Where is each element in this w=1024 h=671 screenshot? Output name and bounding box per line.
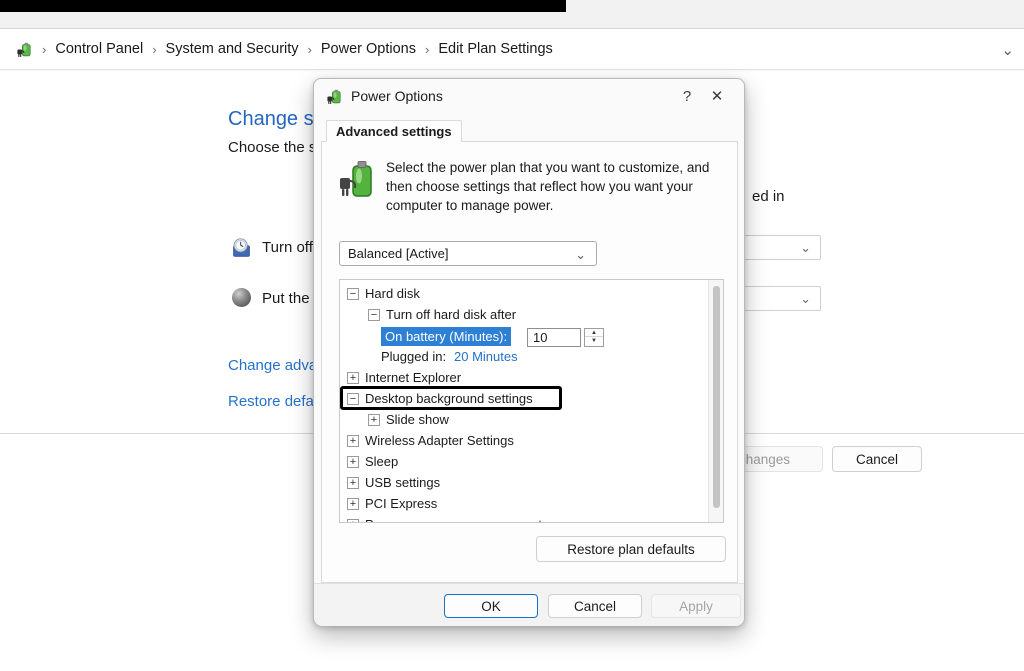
tree-item[interactable]: + Sleep — [340, 452, 708, 473]
scrollbar-thumb[interactable] — [713, 286, 720, 508]
display-timeout-dropdown[interactable]: ⌄ — [739, 235, 821, 260]
tree-item[interactable]: −Hard disk — [340, 284, 708, 305]
plan-combobox-value: Balanced [Active] — [348, 246, 448, 261]
dialog-footer: OK Cancel Apply — [314, 583, 744, 626]
breadcrumb-item[interactable]: Control Panel — [55, 41, 143, 57]
tree-item[interactable]: On battery (Minutes):10▲▼ — [340, 326, 708, 347]
plan-description-text: Select the power plan that you want to c… — [386, 158, 720, 215]
collapse-icon[interactable]: − — [347, 288, 359, 300]
plan-combobox[interactable]: Balanced [Active] ⌄ — [339, 241, 597, 266]
dialog-titlebar: Power Options ? ✕ — [314, 79, 744, 113]
restore-default-settings-link[interactable]: Restore defa — [228, 393, 314, 410]
tree-item-label: Hard disk — [365, 284, 420, 304]
apply-button[interactable]: Apply — [651, 594, 741, 618]
spinner-down-icon[interactable]: ▼ — [585, 337, 603, 345]
breadcrumb-item[interactable]: Edit Plan Settings — [438, 41, 552, 57]
tree-item-label: Internet Explorer — [365, 368, 461, 388]
tree-item[interactable]: + Internet Explorer — [340, 368, 708, 389]
tree-item-label: PCI Express — [365, 494, 437, 514]
breadcrumb-item[interactable]: Power Options — [321, 41, 416, 57]
minutes-input[interactable]: 10 — [527, 328, 581, 347]
tree-item-label: Sleep — [365, 452, 398, 472]
cancel-button[interactable]: Cancel — [548, 594, 642, 618]
breadcrumb-separator: › — [42, 42, 46, 57]
tree-item-label: Wireless Adapter Settings — [365, 431, 514, 451]
battery-plug-icon — [338, 158, 376, 215]
expand-icon[interactable]: + — [347, 477, 359, 489]
page-subtitle: Choose the sl — [228, 139, 320, 156]
tree-item-label: USB settings — [365, 473, 440, 493]
breadcrumb-separator: › — [308, 42, 312, 57]
collapse-icon[interactable]: − — [347, 393, 359, 405]
expand-icon[interactable]: + — [347, 435, 359, 447]
help-button[interactable]: ? — [672, 88, 702, 105]
expand-icon[interactable]: + — [347, 498, 359, 510]
tree-item[interactable]: + Wireless Adapter Settings — [340, 431, 708, 452]
power-options-dialog: Power Options ? ✕ Advanced settings Sele… — [313, 78, 745, 626]
power-options-battery-icon — [326, 88, 343, 105]
breadcrumb: › Control Panel › System and Security › Power… — [0, 29, 1024, 70]
sleep-moon-icon — [232, 288, 251, 307]
breadcrumb-separator: › — [152, 42, 156, 57]
chevron-down-icon[interactable]: ⌄ — [1001, 41, 1014, 59]
breadcrumb-separator: › — [425, 42, 429, 57]
tree-scrollbar[interactable] — [708, 280, 723, 522]
tree-item-label[interactable]: On battery (Minutes): — [381, 327, 511, 346]
spinner-control[interactable]: ▲▼ — [584, 328, 604, 347]
clock-display-icon — [231, 237, 252, 258]
tree-item-label: Processor power management — [365, 515, 542, 523]
tree-item[interactable]: −Turn off hard disk after — [340, 305, 708, 326]
spinner-up-icon[interactable]: ▲ — [585, 329, 603, 337]
tree-item[interactable]: + Processor power management — [340, 515, 708, 523]
chevron-down-icon: ⌄ — [800, 291, 811, 307]
expand-icon[interactable]: + — [347, 372, 359, 384]
tree-item[interactable]: + PCI Express — [340, 494, 708, 515]
tree-item-label[interactable]: Plugged in: — [381, 347, 446, 367]
dialog-title: Power Options — [351, 88, 672, 104]
restore-plan-defaults-button[interactable]: Restore plan defaults — [536, 536, 726, 562]
chevron-down-icon: ⌄ — [575, 243, 586, 266]
tree-item-label: Slide show — [386, 410, 449, 430]
breadcrumb-items: › Control Panel › System and Security › Power… — [33, 41, 553, 57]
power-options-battery-icon — [16, 41, 33, 58]
chevron-down-icon: ⌄ — [800, 240, 811, 256]
ok-button[interactable]: OK — [444, 594, 538, 618]
plan-description: Select the power plan that you want to c… — [338, 158, 720, 215]
tab-advanced-settings[interactable]: Advanced settings — [326, 120, 462, 142]
page-cancel-button[interactable]: Cancel — [832, 446, 922, 472]
expand-icon[interactable]: + — [368, 414, 380, 426]
tree-item[interactable]: + Slide show — [340, 410, 708, 431]
plugged-in-column-header: ed in — [752, 188, 785, 205]
tree-item[interactable]: Plugged in: 20 Minutes — [340, 347, 708, 368]
setting-value-link[interactable]: 20 Minutes — [454, 347, 518, 367]
close-icon[interactable]: ✕ — [702, 87, 732, 105]
change-advanced-settings-link[interactable]: Change adva — [228, 357, 317, 374]
tree-item-label: Desktop background settings — [365, 389, 533, 409]
advanced-settings-page: Select the power plan that you want to c… — [321, 141, 738, 583]
top-black-bar — [0, 0, 566, 12]
breadcrumb-item[interactable]: System and Security — [166, 41, 299, 57]
page-title: Change se — [228, 108, 325, 131]
collapse-icon[interactable]: − — [368, 309, 380, 321]
expand-icon[interactable]: + — [347, 519, 359, 523]
turn-off-display-label: Turn off — [262, 239, 313, 256]
tree-item-label: Turn off hard disk after — [386, 305, 516, 325]
expand-icon[interactable]: + — [347, 456, 359, 468]
sleep-timeout-dropdown[interactable]: ⌄ — [739, 286, 821, 311]
tree-item[interactable]: + USB settings — [340, 473, 708, 494]
settings-tree: −Hard disk−Turn off hard disk afterOn ba… — [339, 279, 724, 523]
tree-item[interactable]: −Desktop background settings — [340, 389, 708, 410]
